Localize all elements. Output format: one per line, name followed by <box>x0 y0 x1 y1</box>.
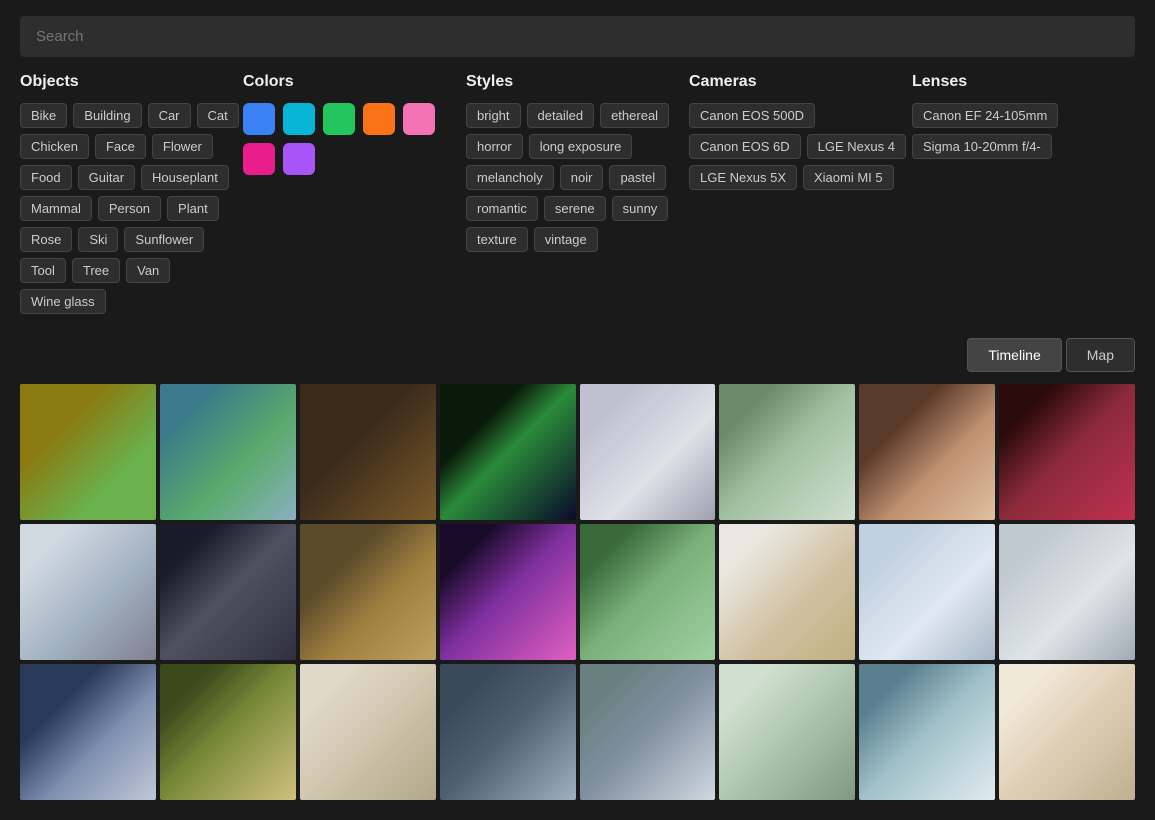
colors-filter-group: Colors <box>243 73 466 314</box>
object-tag-bike[interactable]: Bike <box>20 103 67 128</box>
photo-cell-23[interactable] <box>859 664 995 800</box>
photo-cell-16[interactable] <box>999 524 1135 660</box>
object-tag-plant[interactable]: Plant <box>167 196 219 221</box>
photo-cell-2[interactable] <box>160 384 296 520</box>
object-tag-mammal[interactable]: Mammal <box>20 196 92 221</box>
color-dot-green[interactable] <box>323 103 355 135</box>
object-tag-food[interactable]: Food <box>20 165 72 190</box>
color-dot-magenta[interactable] <box>243 143 275 175</box>
object-tag-cat[interactable]: Cat <box>197 103 239 128</box>
style-tag-texture[interactable]: texture <box>466 227 528 252</box>
colors-title: Colors <box>243 73 466 91</box>
camera-tag-canon-eos-500d[interactable]: Canon EOS 500D <box>689 103 815 128</box>
style-tag-horror[interactable]: horror <box>466 134 523 159</box>
photo-cell-20[interactable] <box>440 664 576 800</box>
object-tag-sunflower[interactable]: Sunflower <box>124 227 204 252</box>
photo-cell-10[interactable] <box>160 524 296 660</box>
photo-cell-9[interactable] <box>20 524 156 660</box>
camera-tag-lge-nexus-5x[interactable]: LGE Nexus 5X <box>689 165 797 190</box>
photo-cell-22[interactable] <box>719 664 855 800</box>
cameras-filter-group: Cameras Canon EOS 500DCanon EOS 6DLGE Ne… <box>689 73 912 314</box>
color-dots <box>243 103 466 175</box>
object-tag-tool[interactable]: Tool <box>20 258 66 283</box>
lenses-title: Lenses <box>912 73 1135 91</box>
object-tag-car[interactable]: Car <box>148 103 191 128</box>
photo-grid <box>0 384 1155 820</box>
photo-cell-4[interactable] <box>440 384 576 520</box>
object-tag-ski[interactable]: Ski <box>78 227 118 252</box>
styles-title: Styles <box>466 73 689 91</box>
style-tag-sunny[interactable]: sunny <box>612 196 669 221</box>
style-tag-romantic[interactable]: romantic <box>466 196 538 221</box>
lens-tag-canon-ef-24-105mm[interactable]: Canon EF 24-105mm <box>912 103 1058 128</box>
style-tag-detailed[interactable]: detailed <box>527 103 595 128</box>
cameras-tags: Canon EOS 500D Canon EOS 6DLGE Nexus 4 LGE… <box>689 103 912 190</box>
photo-cell-8[interactable] <box>999 384 1135 520</box>
style-tag-long-exposure[interactable]: long exposure <box>529 134 633 159</box>
color-dot-pink[interactable] <box>403 103 435 135</box>
objects-tags: BikeBuilding CarCat ChickenFaceFlower FoodG… <box>20 103 243 314</box>
objects-filter-group: Objects BikeBuilding CarCat ChickenFaceFlo… <box>20 73 243 314</box>
photo-cell-7[interactable] <box>859 384 995 520</box>
photo-cell-5[interactable] <box>580 384 716 520</box>
object-tag-houseplant[interactable]: Houseplant <box>141 165 229 190</box>
styles-tags: brightdetailedethereal horrorlong exposur… <box>466 103 689 252</box>
photo-cell-12[interactable] <box>440 524 576 660</box>
style-tag-serene[interactable]: serene <box>544 196 606 221</box>
photo-cell-15[interactable] <box>859 524 995 660</box>
objects-title: Objects <box>20 73 243 91</box>
cameras-title: Cameras <box>689 73 912 91</box>
photo-cell-3[interactable] <box>300 384 436 520</box>
style-tag-melancholy[interactable]: melancholy <box>466 165 554 190</box>
object-tag-chicken[interactable]: Chicken <box>20 134 89 159</box>
photo-cell-1[interactable] <box>20 384 156 520</box>
style-tag-noir[interactable]: noir <box>560 165 604 190</box>
bottom-controls: Timeline Map <box>0 330 1155 384</box>
lenses-tags: Canon EF 24-105mm Sigma 10-20mm f/4- <box>912 103 1135 159</box>
filters-section: Objects BikeBuilding CarCat ChickenFaceFlo… <box>0 73 1155 330</box>
map-button[interactable]: Map <box>1066 338 1135 372</box>
object-tag-building[interactable]: Building <box>73 103 141 128</box>
object-tag-wine-glass[interactable]: Wine glass <box>20 289 106 314</box>
camera-tag-canon-eos-6d[interactable]: Canon EOS 6D <box>689 134 801 159</box>
camera-tag-xiaomi-mi-5[interactable]: Xiaomi MI 5 <box>803 165 894 190</box>
object-tag-tree[interactable]: Tree <box>72 258 120 283</box>
photo-cell-18[interactable] <box>160 664 296 800</box>
lenses-filter-group: Lenses Canon EF 24-105mm Sigma 10-20mm f/… <box>912 73 1135 314</box>
photo-cell-21[interactable] <box>580 664 716 800</box>
object-tag-van[interactable]: Van <box>126 258 170 283</box>
styles-filter-group: Styles brightdetailedethereal horrorlong … <box>466 73 689 314</box>
photo-cell-19[interactable] <box>300 664 436 800</box>
style-tag-pastel[interactable]: pastel <box>609 165 666 190</box>
object-tag-face[interactable]: Face <box>95 134 146 159</box>
style-tag-bright[interactable]: bright <box>466 103 521 128</box>
photo-cell-17[interactable] <box>20 664 156 800</box>
color-dot-cyan[interactable] <box>283 103 315 135</box>
lens-tag-sigma-10-20mm-f/4-[interactable]: Sigma 10-20mm f/4- <box>912 134 1052 159</box>
photo-cell-13[interactable] <box>580 524 716 660</box>
object-tag-flower[interactable]: Flower <box>152 134 213 159</box>
color-dot-purple[interactable] <box>283 143 315 175</box>
color-dot-blue[interactable] <box>243 103 275 135</box>
photo-cell-24[interactable] <box>999 664 1135 800</box>
timeline-button[interactable]: Timeline <box>967 338 1061 372</box>
object-tag-rose[interactable]: Rose <box>20 227 72 252</box>
object-tag-person[interactable]: Person <box>98 196 161 221</box>
photo-cell-6[interactable] <box>719 384 855 520</box>
camera-tag-lge-nexus-4[interactable]: LGE Nexus 4 <box>807 134 906 159</box>
photo-cell-14[interactable] <box>719 524 855 660</box>
photo-cell-11[interactable] <box>300 524 436 660</box>
top-bar <box>0 0 1155 73</box>
search-input[interactable] <box>20 16 1135 57</box>
color-dot-orange[interactable] <box>363 103 395 135</box>
object-tag-guitar[interactable]: Guitar <box>78 165 135 190</box>
style-tag-ethereal[interactable]: ethereal <box>600 103 669 128</box>
style-tag-vintage[interactable]: vintage <box>534 227 598 252</box>
